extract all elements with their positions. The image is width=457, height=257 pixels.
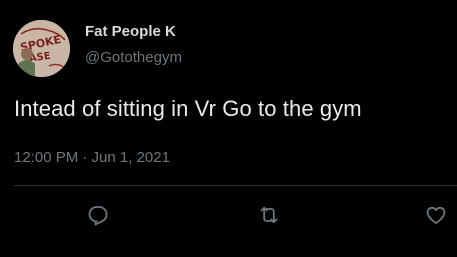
reply-icon <box>88 206 108 226</box>
retweet-icon <box>260 206 278 224</box>
user-handle[interactable]: @Gotothegym <box>85 49 182 67</box>
tweet-text: Intead of sitting in Vr Go to the gym <box>14 96 362 121</box>
heart-icon <box>426 206 446 225</box>
tweet-timestamp[interactable]: 12:00 PM · Jun 1, 2021 <box>14 149 170 167</box>
avatar[interactable]: SPOKE ASE <box>13 20 70 77</box>
divider <box>14 185 457 186</box>
retweet-button[interactable] <box>255 201 283 229</box>
tweet-card: SPOKE ASE Fat People K @Gotothegym Intea… <box>0 0 457 257</box>
like-button[interactable] <box>422 201 450 229</box>
display-name[interactable]: Fat People K <box>85 23 182 41</box>
author-info: Fat People K @Gotothegym <box>85 23 182 67</box>
avatar-image: SPOKE ASE <box>13 20 70 77</box>
reply-button[interactable] <box>84 201 112 229</box>
